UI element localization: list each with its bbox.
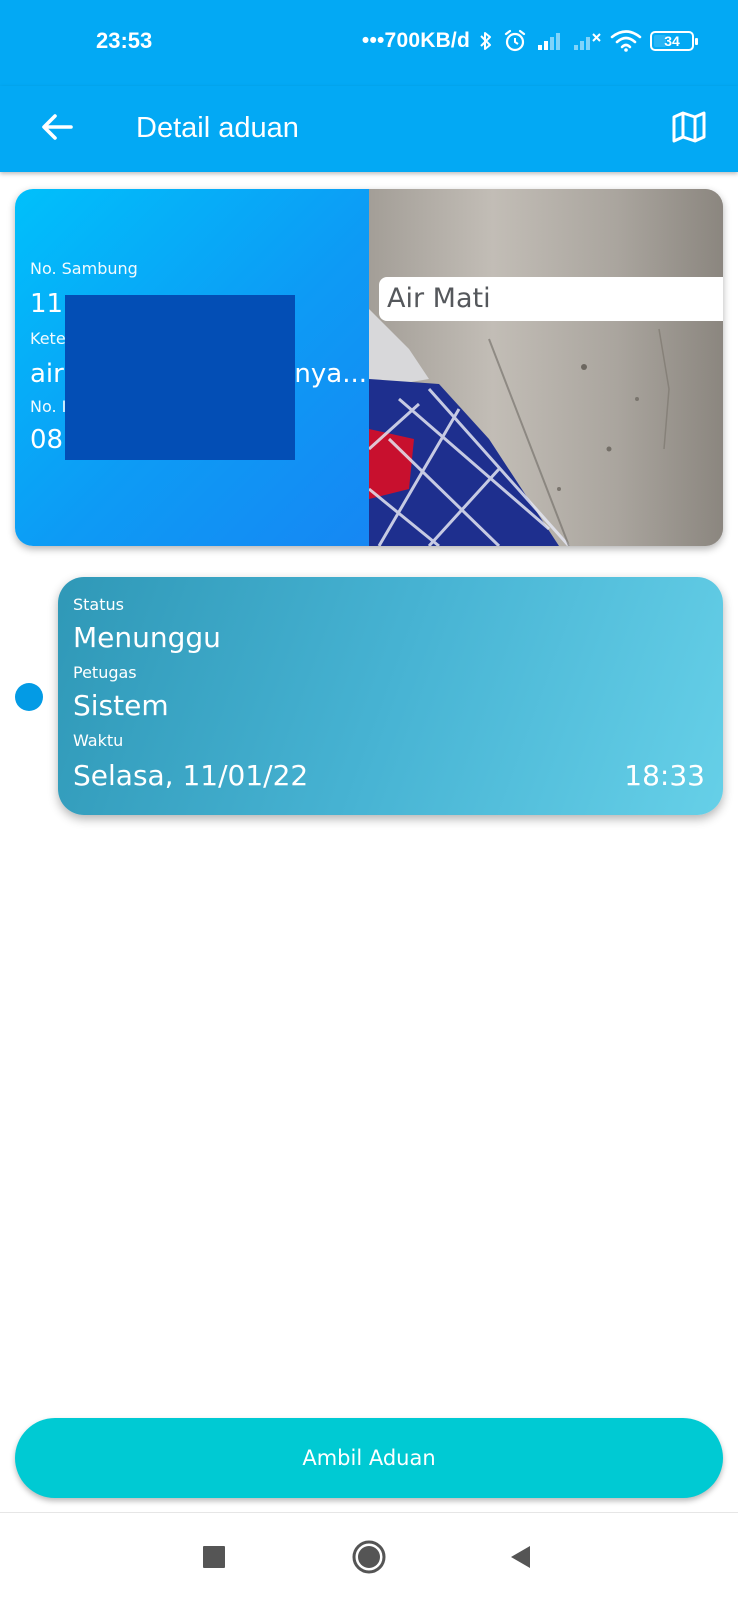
signal-icon <box>536 30 564 52</box>
battery-level: 34 <box>664 33 680 49</box>
description-label: Kete <box>30 329 66 348</box>
recents-square-icon <box>203 1546 225 1568</box>
photo-scene <box>369 189 723 546</box>
timeline-dot <box>15 683 43 711</box>
back-triangle-icon <box>511 1546 530 1568</box>
wifi-icon <box>610 29 642 53</box>
description-value-start: air <box>30 359 64 389</box>
status-indicators: •••700KB/d 34 <box>361 26 698 56</box>
redaction-block <box>65 295 295 460</box>
complaint-info: No. Sambung 11 Kete air nya... No. I 08 <box>15 189 369 546</box>
arrow-left-icon <box>40 112 74 146</box>
officer-value: Sistem <box>73 689 169 722</box>
home-button[interactable] <box>347 1535 391 1579</box>
battery-icon: 34 <box>650 31 698 51</box>
page-title: Detail aduan <box>136 112 299 144</box>
status-bar: 23:53 •••700KB/d 34 <box>0 0 738 86</box>
complaint-photo[interactable]: Air Mati <box>369 189 723 546</box>
map-button[interactable] <box>664 104 714 154</box>
description-value-end: nya... <box>294 359 367 389</box>
status-card: Status Menunggu Petugas Sistem Waktu Sel… <box>58 577 723 815</box>
phone-value: 08 <box>30 425 64 455</box>
status-time: 23:53 <box>96 28 153 53</box>
status-label: Status <box>73 595 124 614</box>
date-value: Selasa, 11/01/22 <box>73 759 309 792</box>
time-label: Waktu <box>73 731 124 750</box>
home-circle-icon <box>352 1540 386 1574</box>
connection-number-label: No. Sambung <box>30 259 138 278</box>
signal-no-service-icon <box>572 30 602 52</box>
time-value: 18:33 <box>624 759 705 792</box>
system-nav-bar <box>0 1512 738 1600</box>
map-icon <box>671 110 707 148</box>
alarm-icon <box>502 28 528 54</box>
back-button[interactable] <box>32 104 82 154</box>
take-complaint-button[interactable]: Ambil Aduan <box>15 1418 723 1498</box>
bluetooth-icon <box>478 29 494 53</box>
phone-label: No. I <box>30 397 67 416</box>
recents-button[interactable] <box>192 1535 236 1579</box>
back-nav-button[interactable] <box>499 1535 543 1579</box>
status-value: Menunggu <box>73 621 221 654</box>
complaint-card[interactable]: No. Sambung 11 Kete air nya... No. I 08 <box>15 189 723 546</box>
app-bar: Detail aduan <box>0 86 738 172</box>
officer-label: Petugas <box>73 663 137 682</box>
connection-number-value: 11 <box>30 289 64 319</box>
network-speed: •••700KB/d <box>361 29 470 52</box>
category-tag: Air Mati <box>379 277 723 321</box>
